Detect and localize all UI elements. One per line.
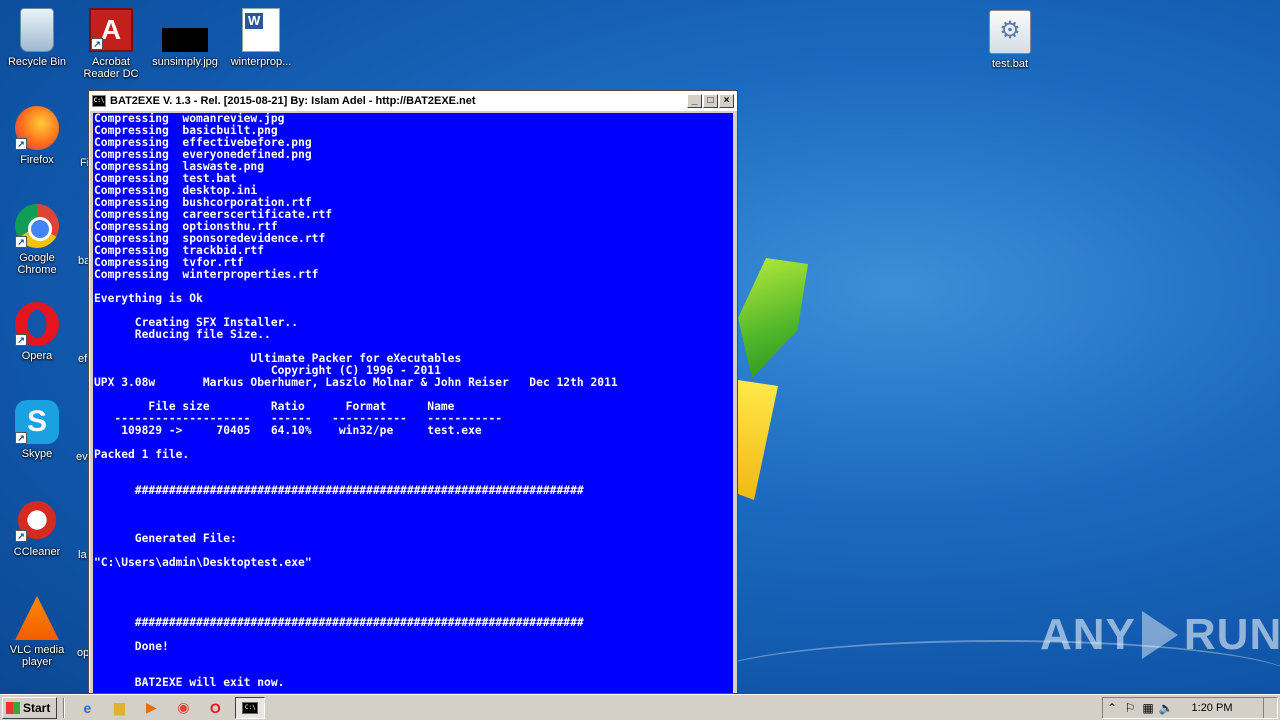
desktop-icon-label: Firefox [20,154,54,166]
clock[interactable]: 1:20 PM [1187,702,1237,714]
play-logo-icon [1141,611,1178,659]
wallpaper-logo-green [738,258,808,378]
watermark-left: ANY [1040,610,1136,659]
desktop-icon-recycle-bin[interactable]: Recycle Bin [0,8,74,68]
firefox-icon: ↗ [15,106,59,150]
desktop-icon-label-partial: ev [76,451,88,463]
desktop-icon-label: sunsimply.jpg [152,56,218,68]
console-window[interactable]: C:\ BAT2EXE V. 1.3 - Rel. [2015-08-21] B… [88,90,738,694]
desktop-icon-acrobat[interactable]: A ↗ Acrobat Reader DC [74,8,148,80]
console-line: Generated File: [94,532,237,545]
desktop-icon-vlc[interactable]: VLC media player [0,596,74,668]
skype-icon: S ↗ [15,400,59,444]
desktop-icon-label: Recycle Bin [7,56,67,68]
media-player-icon[interactable]: ▶ [140,698,162,718]
console-line: Packed 1 file. [94,448,190,461]
desktop-icon-label: Google Chrome [17,252,57,276]
desktop-icon-chrome[interactable]: ↗ Google Chrome [0,204,74,276]
network-icon[interactable]: ▦ [1139,701,1157,715]
vlc-icon [15,596,59,640]
console-line: Done! [94,640,169,653]
batch-file-icon: ⚙ [989,10,1031,54]
recycle-bin-icon [20,8,54,52]
console-line: ########################################… [94,616,584,629]
ccleaner-icon: ↗ [15,498,59,542]
volume-icon[interactable]: 🔈 [1157,701,1175,715]
shortcut-arrow-icon: ↗ [15,236,27,248]
console-line: Compressing winterproperties.rtf [94,268,319,281]
opera-icon: ↗ [15,302,59,346]
console-line: ########################################… [94,484,584,497]
desktop-icon-ccleaner[interactable]: ↗ CCleaner [0,498,74,558]
desktop-icon-winterprop[interactable]: W winterprop... [224,8,298,68]
desktop-icon-opera[interactable]: ↗ Opera [0,302,74,362]
minimize-button[interactable]: _ [687,94,702,108]
show-desktop-button[interactable] [1263,698,1277,718]
desktop-icon-label-partial: la [78,549,87,561]
desktop-icon-label: CCleaner [13,546,61,558]
window-title: BAT2EXE V. 1.3 - Rel. [2015-08-21] By: I… [110,95,476,107]
taskbar: Start e ▆ ▶ ◉ O C:\ ⌃ ⚐ ▦ 🔈 1:20 PM [0,694,1280,720]
desktop-icon-label-partial: ef [78,353,88,365]
console-line: UPX 3.08w Markus Oberhumer, Laszlo Molna… [94,376,618,389]
desktop-icon-label: winterprop... [230,56,292,68]
start-label: Start [23,700,51,715]
console-icon: C:\ [242,701,259,714]
maximize-button[interactable]: □ [703,94,718,108]
ie-icon[interactable]: e [76,698,98,718]
anyrun-watermark: ANY RUN [1040,610,1280,660]
console-line: Everything is Ok [94,292,203,305]
chrome-icon: ↗ [15,204,59,248]
shortcut-arrow-icon: ↗ [15,432,27,444]
watermark-right: RUN [1183,610,1280,659]
desktop-icon-sunsimply[interactable]: sunsimply.jpg [148,8,222,68]
image-file-icon [162,28,208,52]
desktop-icon-label: test.bat [991,58,1029,70]
wallpaper-logo-yellow [738,380,778,500]
shortcut-arrow-icon: ↗ [15,530,27,542]
close-button[interactable]: × [719,94,734,108]
console-line: Reducing file Size.. [94,328,271,341]
desktop-icon-label: VLC media player [9,644,65,668]
desktop-icon-test-bat[interactable]: ⚙ test.bat [973,10,1047,70]
console-line: "C:\Users\admin\Desktoptest.exe" [94,556,312,569]
windows-logo-icon [6,701,20,714]
start-button[interactable]: Start [2,696,58,719]
shortcut-arrow-icon: ↗ [91,38,103,50]
desktop-icon-label: Skype [21,448,53,460]
desktop-icon-label: Opera [21,350,53,362]
explorer-folder-icon[interactable]: ▆ [108,698,130,718]
show-hidden-icons-icon[interactable]: ⌃ [1103,701,1121,715]
word-document-icon: W [242,8,280,52]
action-center-flag-icon[interactable]: ⚐ [1121,701,1139,715]
system-tray: ⌃ ⚐ ▦ 🔈 1:20 PM [1102,697,1278,719]
desktop-icon-skype[interactable]: S ↗ Skype [0,400,74,460]
console-line: 109829 -> 70405 64.10% win32/pe test.exe [94,424,482,437]
window-titlebar[interactable]: C:\ BAT2EXE V. 1.3 - Rel. [2015-08-21] B… [89,91,737,111]
console-app-icon[interactable]: C:\ [92,95,106,107]
taskbar-separator [63,697,66,718]
desktop-icon-firefox[interactable]: ↗ Firefox [0,106,74,166]
shortcut-arrow-icon: ↗ [15,334,27,346]
console-output[interactable]: Compressing womanreview.jpg Compressing b… [93,113,733,693]
chrome-taskbar-icon[interactable]: ◉ [172,698,194,718]
acrobat-reader-icon: A ↗ [89,8,133,52]
taskbar-console-button[interactable]: C:\ [235,696,266,719]
opera-taskbar-icon[interactable]: O [204,698,226,718]
console-line: BAT2EXE will exit now. [94,676,285,689]
desktop-icon-label: Acrobat Reader DC [83,56,139,80]
shortcut-arrow-icon: ↗ [15,138,27,150]
